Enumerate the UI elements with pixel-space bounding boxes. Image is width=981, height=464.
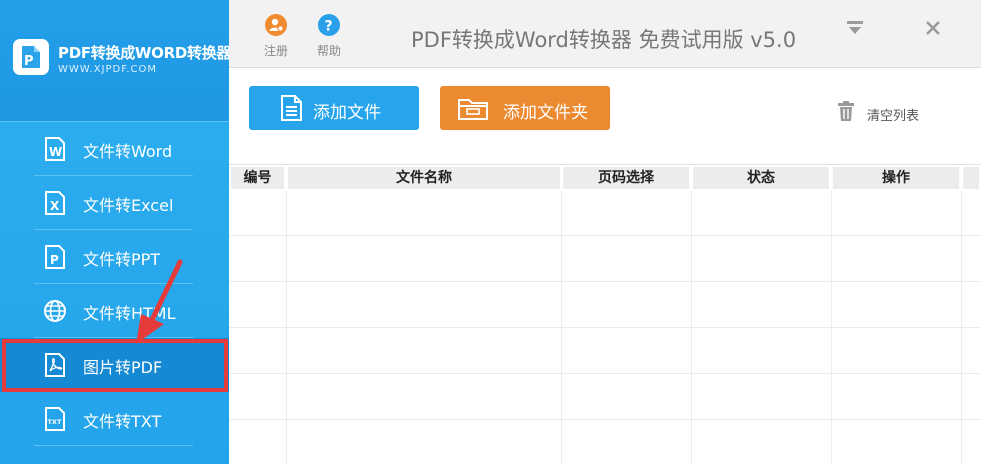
brand-name: PDF转换成WORD转换器 bbox=[58, 44, 232, 62]
sidebar-item-image-to-pdf[interactable]: 图片转PDF bbox=[0, 338, 229, 392]
word-doc-icon: W bbox=[45, 137, 65, 161]
pdf-doc-icon bbox=[45, 353, 65, 377]
sidebar-item-label: 文件转Excel bbox=[83, 196, 174, 215]
sidebar: P PDF转换成WORD转换器 WWW.XJPDF.COM W 文件转Word … bbox=[0, 0, 232, 464]
column-header-filler bbox=[963, 167, 979, 189]
add-file-button[interactable]: 添加文件 bbox=[249, 86, 419, 130]
svg-text:P: P bbox=[50, 253, 59, 267]
document-icon bbox=[281, 95, 302, 121]
file-table: 编号 文件名称 页码选择 状态 操作 bbox=[229, 164, 981, 464]
column-header-filename[interactable]: 文件名称 bbox=[288, 167, 560, 189]
column-header-page-select[interactable]: 页码选择 bbox=[563, 167, 689, 189]
trash-icon bbox=[838, 101, 854, 121]
register-button[interactable]: 注册 bbox=[256, 14, 296, 59]
add-folder-label: 添加文件夹 bbox=[503, 103, 588, 123]
ppt-doc-icon: P bbox=[45, 245, 65, 269]
toolbar: 添加文件 添加文件夹 清空列表 bbox=[229, 68, 981, 164]
clear-list-label: 清空列表 bbox=[867, 109, 920, 124]
sidebar-item-label: 文件转TXT bbox=[83, 412, 162, 431]
help-label: 帮助 bbox=[316, 44, 341, 58]
brand-header: P PDF转换成WORD转换器 WWW.XJPDF.COM bbox=[0, 0, 232, 122]
table-header: 编号 文件名称 页码选择 状态 操作 bbox=[229, 165, 981, 191]
svg-text:W: W bbox=[49, 145, 62, 159]
column-header-actions[interactable]: 操作 bbox=[833, 167, 959, 189]
sidebar-item-label: 图片转PDF bbox=[83, 358, 163, 377]
globe-icon bbox=[44, 300, 66, 322]
title-bar: 注册 ? 帮助 PDF转换成Word转换器 免费试用版 v5.0 bbox=[229, 0, 981, 68]
folder-icon bbox=[458, 99, 488, 120]
sidebar-item-ppt[interactable]: P 文件转PPT bbox=[0, 230, 229, 284]
row-divider bbox=[229, 419, 981, 420]
brand-url: WWW.XJPDF.COM bbox=[58, 64, 158, 75]
row-divider bbox=[229, 373, 981, 374]
help-icon: ? bbox=[318, 14, 340, 36]
clear-list-button[interactable]: 清空列表 bbox=[835, 100, 935, 124]
excel-doc-icon: X bbox=[45, 191, 65, 215]
row-divider bbox=[229, 281, 981, 282]
close-icon[interactable] bbox=[925, 20, 941, 36]
sidebar-item-label: 文件转HTML bbox=[83, 304, 176, 323]
add-folder-button[interactable]: 添加文件夹 bbox=[440, 86, 610, 130]
minimize-icon[interactable] bbox=[846, 20, 864, 36]
sidebar-item-txt[interactable]: TXT 文件转TXT bbox=[0, 392, 229, 446]
window-title: PDF转换成Word转换器 免费试用版 v5.0 bbox=[411, 28, 797, 52]
sidebar-item-html[interactable]: 文件转HTML bbox=[0, 284, 229, 338]
sidebar-item-word[interactable]: W 文件转Word bbox=[0, 122, 229, 176]
register-label: 注册 bbox=[263, 44, 288, 58]
app-logo-icon: P bbox=[13, 39, 49, 75]
help-button[interactable]: ? 帮助 bbox=[309, 14, 349, 59]
register-icon bbox=[265, 14, 287, 36]
sidebar-item-label: 文件转Word bbox=[83, 142, 173, 161]
row-divider bbox=[229, 235, 981, 236]
sidebar-item-excel[interactable]: X 文件转Excel bbox=[0, 176, 229, 230]
svg-text:TXT: TXT bbox=[48, 418, 62, 426]
sidebar-item-label: 文件转PPT bbox=[83, 250, 161, 269]
app-window: P PDF转换成WORD转换器 WWW.XJPDF.COM W 文件转Word … bbox=[0, 0, 981, 464]
divider bbox=[34, 445, 193, 446]
column-header-status[interactable]: 状态 bbox=[693, 167, 829, 189]
add-file-label: 添加文件 bbox=[313, 103, 381, 123]
svg-text:P: P bbox=[24, 54, 34, 69]
txt-doc-icon: TXT bbox=[45, 407, 65, 431]
column-header-number[interactable]: 编号 bbox=[231, 167, 284, 189]
row-divider bbox=[229, 327, 981, 328]
svg-text:X: X bbox=[50, 199, 60, 213]
svg-text:?: ? bbox=[325, 19, 333, 35]
